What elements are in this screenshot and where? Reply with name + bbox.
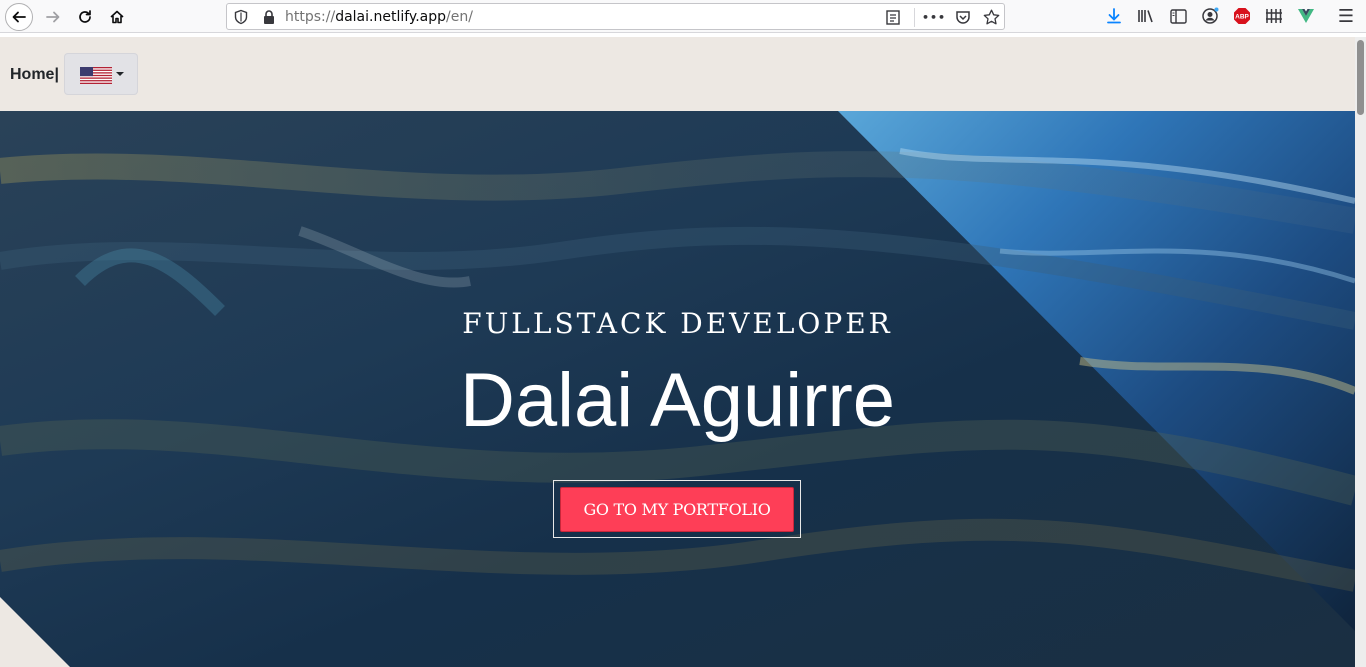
url-separator [914, 8, 915, 27]
hero-section: FULLSTACK DEVELOPER Dalai Aguirre GO TO … [0, 111, 1355, 667]
scrollbar-thumb[interactable] [1357, 40, 1364, 115]
url-prefix: https:// [285, 9, 336, 25]
url-bar[interactable]: https://dalai.netlify.app/en/ ••• [226, 3, 1005, 30]
page-scrollbar[interactable] [1355, 37, 1366, 667]
bookmark-star-icon[interactable] [982, 8, 1000, 26]
account-icon[interactable] [1200, 6, 1220, 26]
us-flag-icon [80, 67, 112, 84]
abp-label: ABP [1235, 14, 1249, 21]
library-icon[interactable] [1136, 6, 1156, 26]
extension-grid-icon[interactable] [1264, 6, 1284, 26]
url-path: /en/ [446, 9, 473, 25]
page-viewport: Home| FULLSTACK DEVELOPER Dalai Aguirre … [0, 37, 1355, 667]
corner-decoration [0, 597, 70, 667]
menu-button[interactable]: ☰ [1336, 5, 1356, 27]
arrow-right-icon [46, 11, 60, 23]
vue-devtools-icon[interactable] [1296, 6, 1316, 26]
forward-button[interactable] [39, 3, 67, 31]
tracking-shield-icon[interactable] [234, 9, 248, 25]
page-actions-button[interactable]: ••• [921, 8, 947, 26]
reload-icon [79, 10, 91, 23]
url-host: dalai.netlify.app [335, 9, 446, 25]
site-navbar: Home| [0, 37, 1355, 111]
arrow-left-icon [12, 11, 26, 23]
hamburger-menu-icon: ☰ [1337, 5, 1355, 27]
hero-subtitle: FULLSTACK DEVELOPER [462, 307, 893, 340]
sidebar-icon[interactable] [1168, 6, 1188, 26]
url-text[interactable]: https://dalai.netlify.app/en/ [285, 9, 473, 26]
more-dots-icon: ••• [921, 10, 947, 24]
adblock-plus-icon[interactable]: ABP [1232, 6, 1252, 26]
lock-icon[interactable] [262, 9, 276, 25]
back-button[interactable] [5, 3, 33, 31]
reload-button[interactable] [71, 3, 99, 31]
downloads-icon[interactable] [1104, 6, 1124, 26]
home-button[interactable] [103, 3, 131, 31]
reader-view-icon[interactable] [884, 8, 902, 26]
language-dropdown-button[interactable] [64, 53, 138, 95]
home-icon [110, 10, 124, 24]
hero-title: Dalai Aguirre [459, 358, 896, 443]
chevron-down-icon [116, 72, 124, 76]
browser-toolbar: https://dalai.netlify.app/en/ ••• ABP ☰ [0, 0, 1366, 33]
pocket-icon[interactable] [954, 8, 972, 26]
go-to-portfolio-button[interactable]: GO TO MY PORTFOLIO [560, 487, 794, 532]
nav-home-link[interactable]: Home| [10, 65, 59, 84]
